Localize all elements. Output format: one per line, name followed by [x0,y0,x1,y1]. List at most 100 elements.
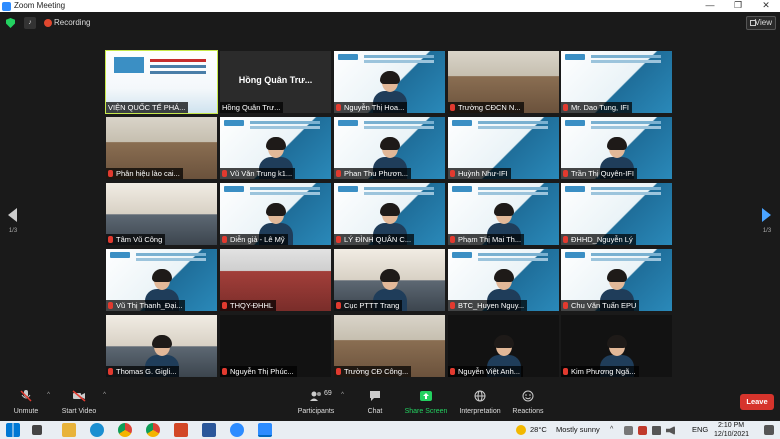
participant-nameplate: Kim Phương Ngã... [561,366,639,377]
antivirus-icon[interactable] [638,426,647,435]
participant-tile[interactable]: Phân hiệu lào cai... [106,117,217,179]
view-button[interactable]: View [746,16,776,30]
participant-nameplate: Diễn giả - Lê Mỹ [220,234,288,245]
security-shield-icon[interactable] [6,18,15,28]
participant-tile[interactable]: Nguyễn Thị Phúc... [220,315,331,377]
task-view-icon[interactable] [32,425,42,435]
edge-browser-icon[interactable] [90,423,104,437]
leave-button[interactable]: Leave [740,394,774,410]
grid-view-icon [750,20,756,26]
participant-nameplate: Trường CĐ Công... [334,366,412,377]
participant-name: BTC_Huyen Nguy... [458,301,525,310]
participant-tile[interactable]: Huỳnh Như-IFI [448,117,559,179]
word-icon[interactable] [202,423,216,437]
participant-nameplate: Thomas G. Gigli... [106,366,180,377]
participant-name: Trường CĐCN N... [458,103,521,112]
zoom-meeting-taskbar-icon[interactable] [258,423,272,437]
chat-label: Chat [367,408,383,415]
participant-tile[interactable]: Trường CĐ Công... [334,315,445,377]
muted-mic-icon [563,368,568,375]
next-page-button[interactable]: 1/3 [758,206,776,238]
weather-temp[interactable]: 28°C [530,421,547,439]
tray-app-icon[interactable] [624,426,633,435]
prev-page-button[interactable]: 1/3 [4,206,22,238]
clock-date[interactable]: 12/10/2021 [714,430,749,439]
participant-tile[interactable]: ĐHHD_Nguyễn Lý [561,183,672,245]
participant-tile[interactable]: BTC_Huyen Nguy... [448,249,559,311]
muted-mic-icon [450,368,455,375]
participant-name: Huỳnh Như-IFI [458,169,508,178]
participant-name: Thomas G. Gigli... [116,367,177,376]
chevron-right-icon [762,208,771,222]
participant-nameplate: Phạm Thị Mai Th... [448,234,525,245]
network-icon[interactable] [652,426,661,435]
participants-icon [310,391,321,401]
participant-name: Kim Phương Ngã... [571,367,636,376]
windows-start-icon[interactable] [6,423,20,437]
participant-name: LÝ ĐÌNH QUÂN C... [344,235,412,244]
chat-button[interactable]: Chat [360,388,390,418]
reactions-button[interactable]: Reactions [512,388,544,418]
participant-tile[interactable]: Trường CĐCN N... [448,51,559,113]
page-indicator-left: 1/3 [8,228,18,234]
participant-tile[interactable]: Phan Thu Phươn... [334,117,445,179]
participant-tile[interactable]: Mr. Dao Tung, IFI [561,51,672,113]
participant-tile[interactable]: Nguyễn Thị Hoa... [334,51,445,113]
powerpoint-icon[interactable] [174,423,188,437]
participant-tile[interactable]: Hồng Quân Trư... Hồng Quân Trư... [220,51,331,113]
participant-tile[interactable]: Cục PTTT Trang [334,249,445,311]
participant-tile[interactable]: LÝ ĐÌNH QUÂN C... [334,183,445,245]
participant-name: Hồng Quân Trư... [222,103,281,112]
participant-name: Mr. Dao Tung, IFI [571,103,629,112]
chrome-profile-icon[interactable] [146,423,160,437]
share-screen-label: Share Screen [404,408,448,415]
volume-icon[interactable] [666,426,675,435]
reactions-label: Reactions [512,408,544,415]
start-video-label: Start Video [61,408,97,415]
participant-nameplate: BTC_Huyen Nguy... [448,300,528,311]
participant-tile[interactable]: Vũ Thị Thanh_Đại... [106,249,217,311]
restore-button[interactable]: ❐ [724,0,752,12]
participant-tile[interactable]: Thomas G. Gigli... [106,315,217,377]
notification-icon[interactable] [764,425,774,435]
minimize-button[interactable]: — [696,0,724,12]
participants-button[interactable]: 69 ^ Participants [296,388,344,418]
participant-nameplate: Phân hiệu lào cai... [106,168,183,179]
weather-desc[interactable]: Mostly sunny [556,421,600,439]
participant-tile[interactable]: Chu Văn Tuấn EPU [561,249,672,311]
participant-tile[interactable]: Trần Thị Quyên-IFI [561,117,672,179]
chrome-icon[interactable] [118,423,132,437]
participant-tile[interactable]: Phạm Thị Mai Th... [448,183,559,245]
close-window-button[interactable]: ✕ [752,0,780,12]
participant-nameplate: Vũ Thị Thanh_Đại... [106,300,186,311]
participant-tile[interactable]: Diễn giả - Lê Mỹ [220,183,331,245]
smiley-icon [522,390,534,402]
participant-nameplate: Tâm Vũ Công [106,234,166,245]
participant-tile[interactable]: Kim Phương Ngã... [561,315,672,377]
participant-tile[interactable]: Vũ Văn Trung k1... [220,117,331,179]
participant-name: THQY-ĐHHL [230,301,274,310]
clock-time[interactable]: 2:10 PM [718,421,744,430]
participant-tile[interactable]: Tâm Vũ Công [106,183,217,245]
participant-tile[interactable]: THQY-ĐHHL [220,249,331,311]
meeting-topbar: ♪ Recording View [0,12,780,34]
interpretation-button[interactable]: Interpretation [458,388,502,418]
share-screen-button[interactable]: Share Screen [404,388,448,418]
unmute-button[interactable]: ^ Unmute [6,388,50,418]
participant-tile[interactable]: VIỆN QUỐC TẾ PHÁ... [105,50,218,114]
globe-icon [474,390,486,402]
tray-chevron-icon[interactable]: ^ [610,421,613,439]
participant-tile[interactable]: Nguyễn Việt Anh... [448,315,559,377]
zoom-app-icon[interactable] [230,423,244,437]
view-label: View [754,18,772,27]
muted-mic-icon [108,302,113,309]
recording-label: Recording [54,18,91,27]
participant-nameplate: Trần Thị Quyên-IFI [561,168,637,179]
meeting-controls: ^ Unmute ^ Start Video 69 ^ Participants… [0,385,780,421]
muted-mic-icon [450,170,455,177]
file-explorer-icon[interactable] [62,423,76,437]
participants-count: 69 [324,390,332,397]
start-video-button[interactable]: ^ Start Video [58,388,106,418]
language-indicator[interactable]: ENG [692,421,708,439]
recording-icon [44,19,52,27]
